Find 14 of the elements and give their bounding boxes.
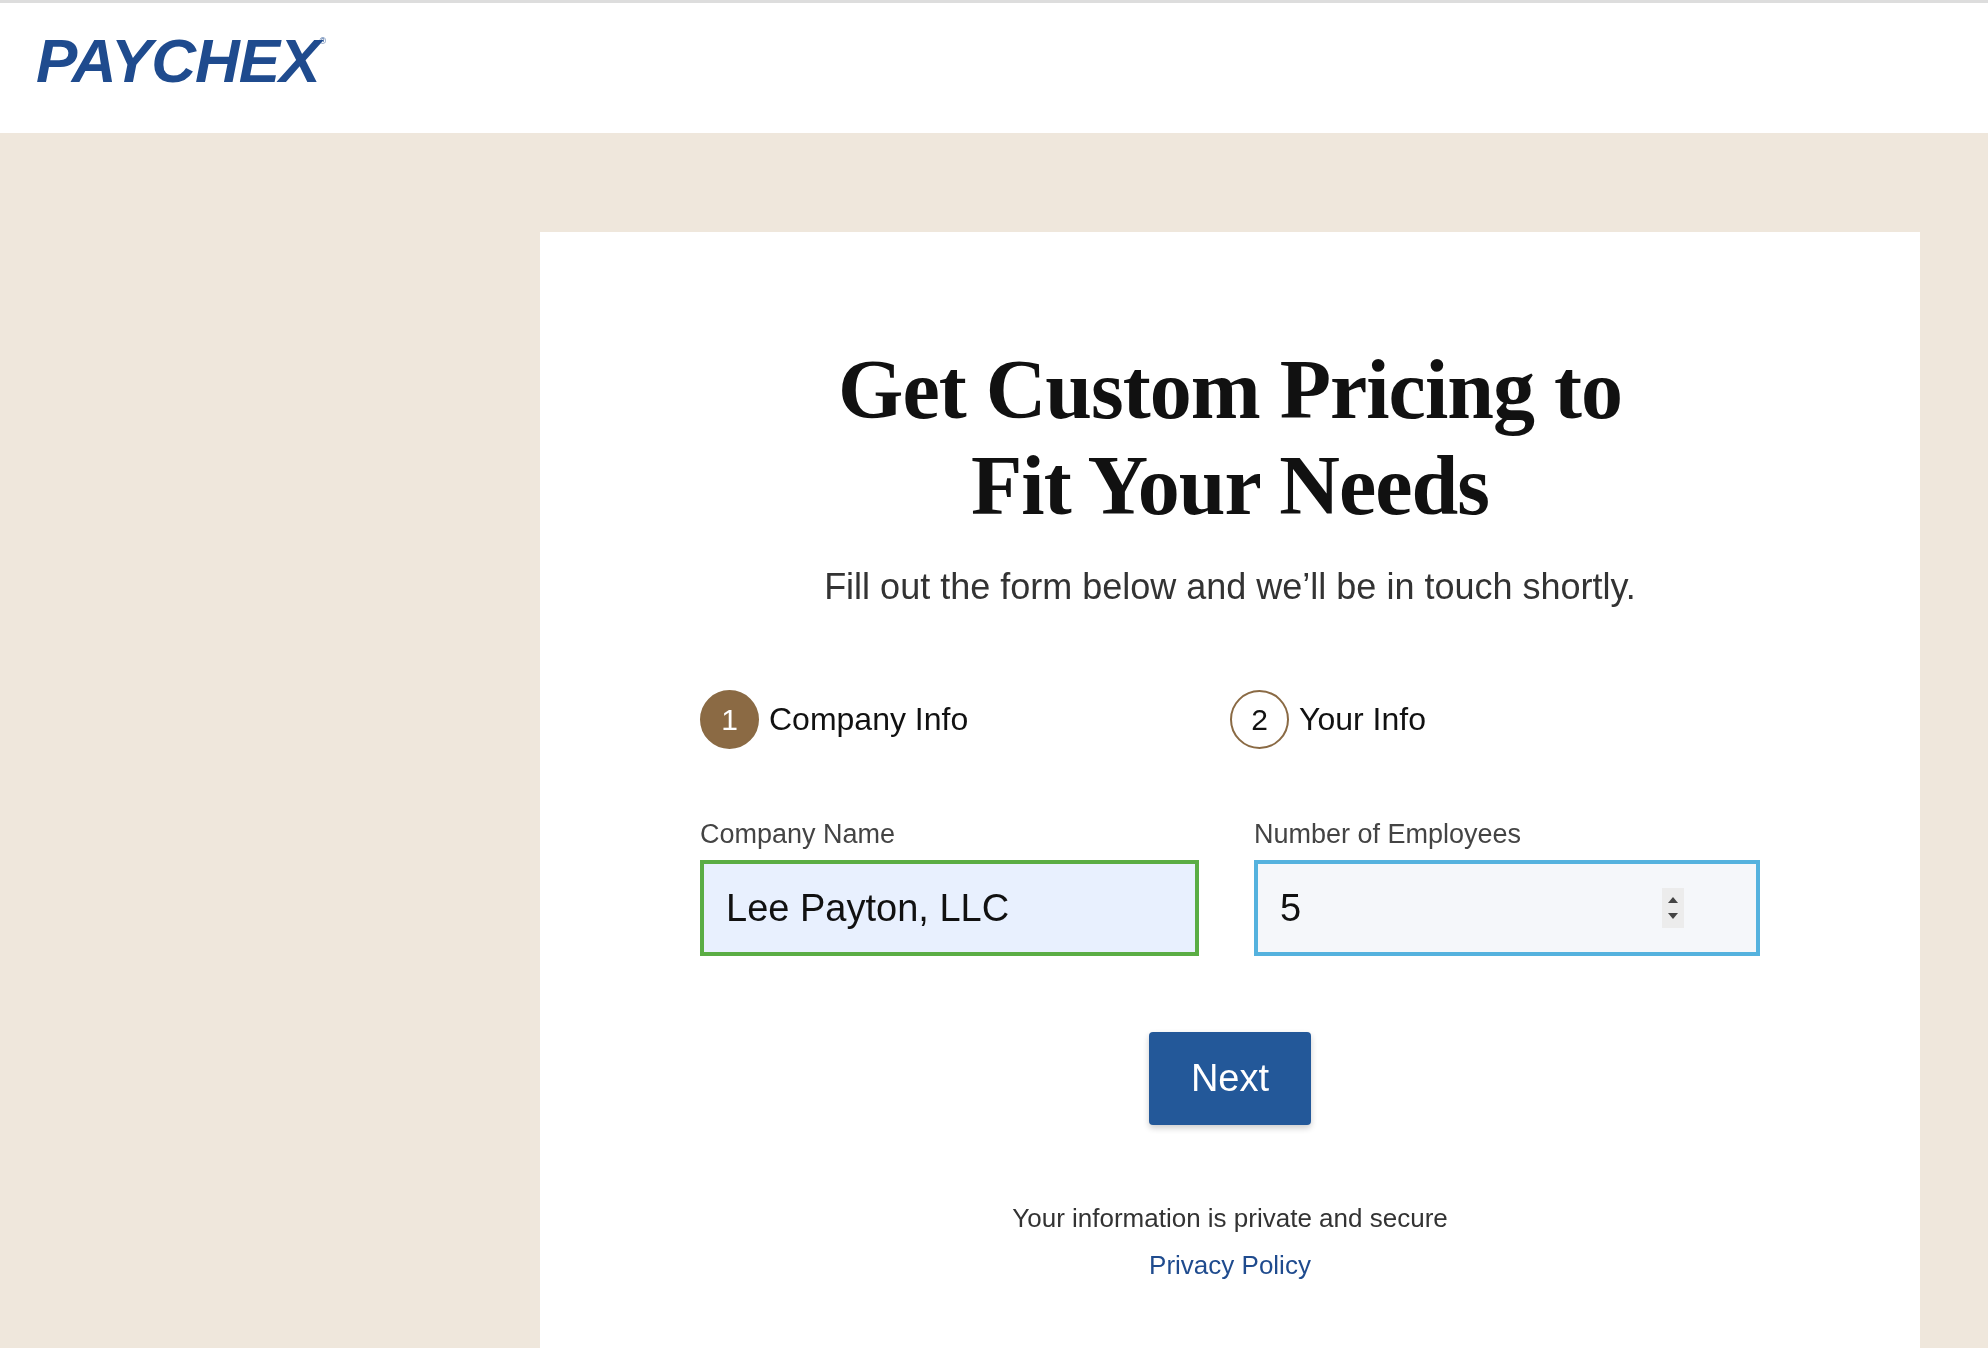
field-label: Company Name xyxy=(700,819,897,850)
step-label: Company Info xyxy=(769,701,969,738)
next-button[interactable]: Next xyxy=(1149,1032,1311,1125)
privacy-policy-link[interactable]: Privacy Policy xyxy=(1149,1250,1311,1281)
step-number: 1 xyxy=(700,690,759,749)
step-number: 2 xyxy=(1230,690,1289,749)
field-label: Number of Employees xyxy=(1254,819,1523,850)
form-title: Get Custom Pricing to Fit Your Needs xyxy=(837,342,1623,534)
input-field[interactable]: Lee Payton, LLC xyxy=(700,860,1199,956)
spinner-icon[interactable] xyxy=(1662,888,1684,928)
form-subtitle: Fill out the form below and we’ll be in touch shortly. xyxy=(824,566,1636,608)
input-field[interactable]: 5 xyxy=(1254,860,1760,956)
privacy-note: Your information is private and secure xyxy=(1012,1203,1448,1234)
step-label: Your Info xyxy=(1299,701,1426,738)
